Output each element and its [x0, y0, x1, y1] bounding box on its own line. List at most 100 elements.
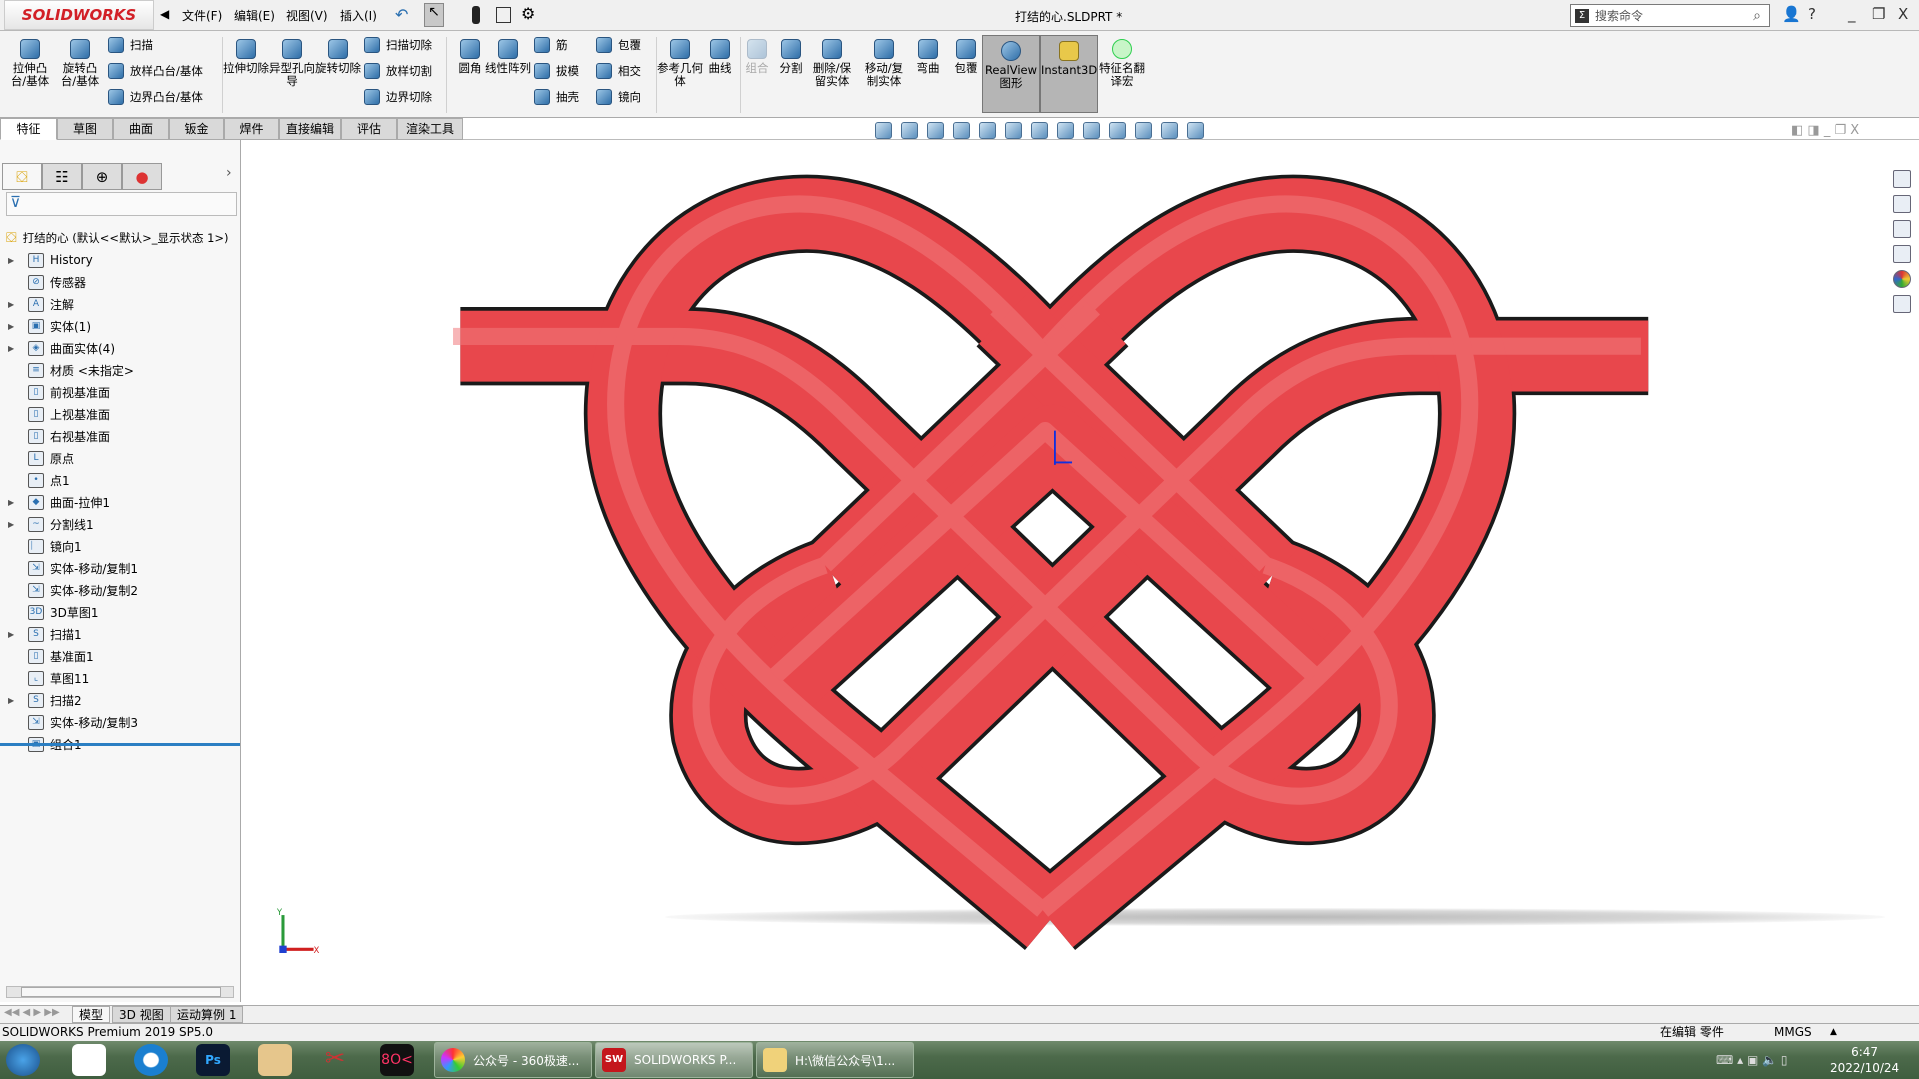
extrude-boss-button[interactable]: 拉伸凸台/基体 [6, 39, 54, 88]
tab-weldments[interactable]: 焊件 [224, 118, 279, 140]
expand-arrow-icon[interactable]: ▶ [8, 696, 20, 705]
user-icon[interactable]: 👤 [1782, 5, 1801, 23]
rebuild-traffic-light-icon[interactable] [472, 6, 480, 24]
menu-edit[interactable]: 编辑(E) [234, 7, 275, 24]
intersect-button[interactable]: 相交 [596, 63, 641, 79]
revolve-cut-button[interactable]: 旋转切除 [314, 39, 362, 75]
expand-arrow-icon[interactable]: ▶ [8, 630, 20, 639]
browser-icon[interactable] [134, 1044, 168, 1076]
dynamic-annotation-icon[interactable] [1005, 122, 1022, 139]
tab-sheet-metal[interactable]: 钣金 [169, 118, 224, 140]
tree-item[interactable]: ⇲ 实体-移动/复制3 [0, 711, 240, 733]
scrollbar-thumb[interactable] [21, 987, 221, 997]
zoom-to-area-icon[interactable] [927, 122, 944, 139]
tree-item[interactable]: ⇲ 实体-移动/复制2 [0, 579, 240, 601]
snipping-tool-icon[interactable]: ✂ [318, 1044, 352, 1076]
tree-item[interactable]: ▯ 基准面1 [0, 645, 240, 667]
wrap-small-button[interactable]: 包覆 [596, 37, 641, 53]
search-icon[interactable]: ⌕ [1753, 8, 1761, 24]
taskbar-window-explorer[interactable]: H:\微信公众号\1... [756, 1042, 914, 1078]
realview-button[interactable]: RealView 图形 [982, 35, 1040, 113]
loft-button[interactable]: 放样凸台/基体 [108, 63, 203, 79]
view-settings-icon[interactable] [1161, 122, 1178, 139]
swept-cut-button[interactable]: 扫描切除 [364, 37, 432, 53]
hole-wizard-button[interactable]: 异型孔向导 [268, 39, 316, 88]
restore-button[interactable]: ❐ [1872, 5, 1885, 23]
select-pointer-icon[interactable]: ↖ [424, 3, 444, 27]
view-cube-icon[interactable] [1031, 122, 1048, 139]
tab-model[interactable]: 模型 [72, 1006, 111, 1023]
menu-insert[interactable]: 插入(I) [340, 7, 377, 24]
expand-arrow-icon[interactable]: ▶ [8, 300, 20, 309]
tree-item[interactable]: ▶ H History [0, 249, 240, 271]
tab-3d-views[interactable]: 3D 视图 [112, 1006, 171, 1023]
photoshop-icon[interactable]: Ps [196, 1044, 230, 1076]
expand-arrow-icon[interactable]: ▶ [8, 322, 20, 331]
viewport-window-controls-icon[interactable]: ◧ ◨ _ ❐ X [1791, 123, 1859, 138]
appearances-icon[interactable] [1893, 270, 1911, 288]
tab-render-tools[interactable]: 渲染工具 [397, 118, 463, 140]
menu-file[interactable]: 文件(F) [182, 7, 222, 24]
feature-translate-macro-button[interactable]: 特征名翻译宏 [1098, 39, 1146, 88]
feature-manager-tab-icon[interactable]: ⛋ [2, 163, 42, 190]
boundary-boss-button[interactable]: 边界凸台/基体 [108, 89, 203, 105]
extrude-cut-button[interactable]: 拉伸切除 [222, 39, 270, 75]
solidworks-logo[interactable]: SOLIDWORKS [4, 0, 154, 30]
previous-view-icon[interactable] [953, 122, 970, 139]
unit-system-selector[interactable]: MMGS [1774, 1024, 1812, 1041]
tree-item[interactable]: ⇲ 实体-移动/复制1 [0, 557, 240, 579]
edit-appearance-icon[interactable] [1109, 122, 1126, 139]
system-clock[interactable]: 6:47 2022/10/24 [1830, 1044, 1899, 1076]
instant3d-button[interactable]: Instant3D [1040, 35, 1098, 113]
tab-direct-editing[interactable]: 直接编辑 [279, 118, 341, 140]
ok-recorder-icon[interactable]: 8O< [380, 1044, 414, 1076]
horizontal-scrollbar[interactable] [6, 986, 234, 998]
tree-item[interactable]: ⊘ 传感器 [0, 271, 240, 293]
tree-item[interactable]: ▶ ▣ 实体(1) [0, 315, 240, 337]
undo-icon[interactable]: ↶ [395, 5, 408, 24]
tree-item[interactable]: ▶ A 注解 [0, 293, 240, 315]
taskbar-window-browser[interactable]: 公众号 - 360极速... [434, 1042, 592, 1078]
help-icon[interactable]: ? [1808, 5, 1816, 23]
tree-item[interactable]: ▶ ◈ 曲面实体(4) [0, 337, 240, 359]
sweep-button[interactable]: 扫描 [108, 37, 153, 53]
options-gear-icon[interactable]: ⚙ [521, 4, 535, 23]
expand-arrow-icon[interactable]: ▶ [8, 344, 20, 353]
tree-item[interactable]: ▯ 上视基准面 [0, 403, 240, 425]
boundary-cut-button[interactable]: 边界切除 [364, 89, 432, 105]
expand-arrow-icon[interactable]: ▶ [8, 520, 20, 529]
tree-item[interactable]: ≡ 材质 <未指定> [0, 359, 240, 381]
move-copy-body-button[interactable]: 移动/复制实体 [860, 39, 908, 88]
display-style-icon[interactable] [1057, 122, 1074, 139]
tree-root[interactable]: ⛋ 打结的心 (默认<<默认>_显示状态 1>) [0, 227, 240, 249]
tab-surfaces[interactable]: 曲面 [113, 118, 169, 140]
chevron-right-icon[interactable]: › [226, 165, 232, 181]
apply-scene-icon[interactable] [1135, 122, 1152, 139]
tree-item[interactable]: ▶ S 扫描1 [0, 623, 240, 645]
file-properties-icon[interactable] [496, 7, 511, 23]
rib-button[interactable]: 筋 [534, 37, 568, 53]
shell-button[interactable]: 抽壳 [534, 89, 579, 105]
tab-scroll-arrows-icon[interactable]: ◀◀ ◀ ▶ ▶▶ [4, 1007, 60, 1018]
baidu-netdisk-icon[interactable] [72, 1044, 106, 1076]
property-manager-tab-icon[interactable]: ☷ [42, 163, 82, 190]
lofted-cut-button[interactable]: 放样切割 [364, 63, 432, 79]
file-explorer-icon[interactable] [1893, 220, 1911, 238]
close-button[interactable]: X [1898, 5, 1908, 23]
filter-input[interactable]: ⊽ [6, 192, 237, 216]
start-button-icon[interactable] [6, 1044, 40, 1076]
tree-item[interactable]: ▶ ~ 分割线1 [0, 513, 240, 535]
collapse-menu-arrow-icon[interactable]: ◀ [160, 7, 169, 21]
view-orientation-icon[interactable] [875, 122, 892, 139]
section-view-icon[interactable] [979, 122, 996, 139]
taskbar-window-solidworks[interactable]: SW SOLIDWORKS P... [595, 1042, 753, 1078]
expand-arrow-icon[interactable]: ▶ [8, 498, 20, 507]
tray-icons[interactable]: ⌨ ▴ ▣ 🔈 ▯ [1716, 1053, 1787, 1067]
design-library-icon[interactable] [1893, 195, 1911, 213]
delete-keep-body-button[interactable]: 删除/保留实体 [808, 39, 856, 88]
tree-item[interactable]: ⎸ 镜向1 [0, 535, 240, 557]
configuration-manager-tab-icon[interactable]: ⊕ [82, 163, 122, 190]
solidworks-resources-icon[interactable] [1893, 170, 1911, 188]
tree-item[interactable]: 3D 3D草图1 [0, 601, 240, 623]
tree-item[interactable]: ▯ 右视基准面 [0, 425, 240, 447]
